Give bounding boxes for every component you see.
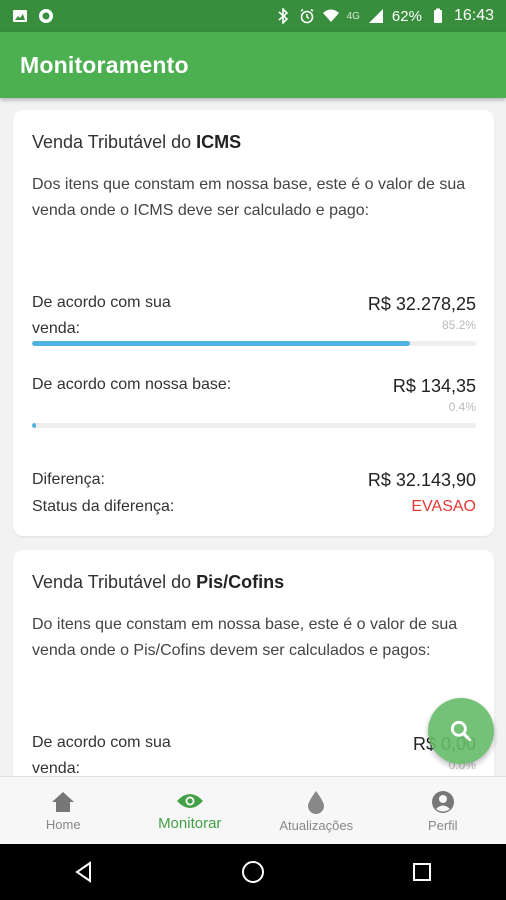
- row-label-nossa-base: De acordo com nossa base:: [32, 376, 232, 393]
- recents-icon[interactable]: [411, 861, 433, 883]
- nav-atualizacoes[interactable]: Atualizações: [253, 777, 380, 845]
- image-notification-icon: [13, 10, 27, 22]
- difference-value: R$ 32.143,90: [367, 470, 476, 490]
- alarm-icon: [300, 8, 314, 24]
- progress-fill-nossa-base: [32, 423, 36, 428]
- nav-monitorar[interactable]: Monitorar: [127, 777, 254, 845]
- card-title: Venda Tributável do Pis/Cofins: [32, 572, 284, 593]
- drop-icon: [308, 790, 325, 814]
- status-bar: 4G 62% 16:43: [0, 0, 506, 32]
- network-type: 4G: [346, 10, 360, 22]
- card-title-bold: ICMS: [196, 132, 242, 152]
- nav-home-label: Home: [45, 816, 81, 832]
- difference-label: Diferença:: [32, 471, 105, 488]
- nav-home[interactable]: Home: [0, 777, 127, 845]
- battery-percent: 62%: [391, 7, 422, 25]
- eye-icon: [176, 793, 203, 808]
- content-scroll[interactable]: Venda Tributável do ICMS Dos itens que c…: [0, 98, 506, 776]
- pis-cofins-card: Venda Tributável do Pis/Cofins Do itens …: [13, 550, 494, 776]
- account-icon: [431, 790, 454, 813]
- back-icon[interactable]: [73, 861, 95, 883]
- nav-perfil-label: Perfil: [427, 817, 458, 833]
- system-navigation-bar: [0, 844, 506, 900]
- home-icon: [52, 791, 75, 812]
- nav-perfil[interactable]: Perfil: [380, 777, 506, 845]
- status-value: EVASAO: [411, 498, 476, 515]
- card-title: Venda Tributável do ICMS: [32, 132, 241, 153]
- app-bar: Monitoramento: [0, 32, 506, 98]
- progress-track-sua-venda: [32, 341, 476, 346]
- card-title-bold: Pis/Cofins: [196, 572, 285, 592]
- battery-icon: [433, 8, 442, 23]
- progress-fill-sua-venda: [32, 341, 411, 346]
- bluetooth-icon: [278, 8, 288, 24]
- bottom-navigation: Home Monitorar Atualizações Perfil: [0, 776, 506, 845]
- row-value-sua-venda: R$ 32.278,25: [367, 294, 476, 314]
- signal-icon: [368, 9, 383, 23]
- card-description: Do itens que constam em nossa base, este…: [32, 616, 458, 659]
- row-label-sua-venda: De acordo com sua venda:: [32, 734, 171, 776]
- row-percent-nossa-base: 0.4%: [448, 400, 476, 414]
- card-title-text: Venda Tributável do: [32, 132, 197, 152]
- card-title-text: Venda Tributável do: [32, 572, 197, 592]
- row-label-sua-venda: De acordo com sua venda:: [32, 294, 171, 337]
- circle-notification-icon: [39, 9, 53, 23]
- wifi-icon: [322, 9, 339, 22]
- row-value-nossa-base: R$ 134,35: [392, 376, 476, 396]
- nav-atualizacoes-label: Atualizações: [279, 817, 354, 833]
- page-title: Monitoramento: [20, 51, 189, 78]
- nav-monitorar-label: Monitorar: [158, 814, 222, 832]
- icms-card: Venda Tributável do ICMS Dos itens que c…: [13, 110, 494, 536]
- clock: 16:43: [453, 7, 494, 24]
- progress-track-nossa-base: [32, 423, 476, 428]
- search-icon: [450, 720, 472, 742]
- row-percent-sua-venda: 85.2%: [441, 318, 476, 332]
- card-description: Dos itens que constam em nossa base, est…: [32, 176, 466, 219]
- status-label: Status da diferença:: [32, 498, 175, 515]
- home-circle-icon[interactable]: [241, 860, 265, 884]
- search-fab[interactable]: [428, 698, 494, 764]
